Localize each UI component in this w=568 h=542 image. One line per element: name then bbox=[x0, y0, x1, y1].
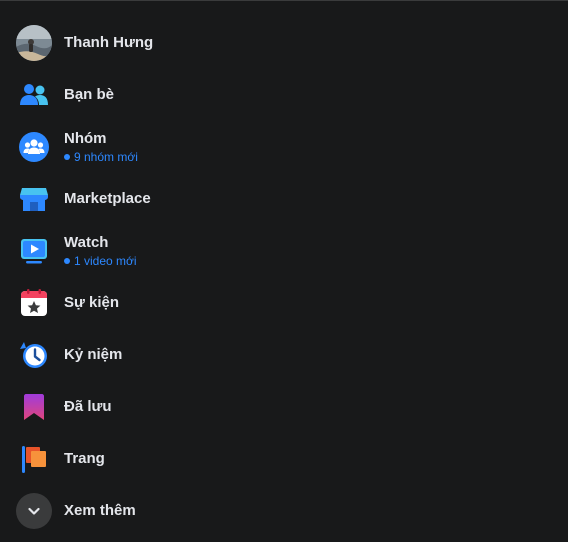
saved-icon bbox=[16, 389, 52, 425]
nav-item-memories[interactable]: Kỷ niệm bbox=[8, 329, 548, 381]
nav-item-profile[interactable]: Thanh Hưng bbox=[8, 17, 548, 69]
unread-dot bbox=[64, 154, 70, 160]
nav-item-saved[interactable]: Đã lưu bbox=[8, 381, 548, 433]
left-nav-menu: Thanh Hưng Bạn bè Nhóm 9 nhóm mới Market… bbox=[8, 17, 548, 537]
watch-new-count: 1 video mới bbox=[64, 253, 137, 269]
pages-label: Trang bbox=[64, 450, 105, 467]
friends-label: Bạn bè bbox=[64, 86, 115, 103]
events-icon bbox=[16, 285, 52, 321]
groups-icon bbox=[16, 129, 52, 165]
nav-item-friends[interactable]: Bạn bè bbox=[8, 69, 548, 121]
chevron-down-icon bbox=[16, 493, 52, 529]
nav-item-events[interactable]: Sự kiện bbox=[8, 277, 548, 329]
watch-icon bbox=[16, 233, 52, 269]
saved-label: Đã lưu bbox=[64, 398, 112, 415]
friends-icon bbox=[16, 77, 52, 113]
profile-name: Thanh Hưng bbox=[64, 34, 154, 51]
groups-label: Nhóm bbox=[64, 130, 107, 147]
nav-item-marketplace[interactable]: Marketplace bbox=[8, 173, 548, 225]
groups-new-count: 9 nhóm mới bbox=[64, 149, 138, 165]
memories-label: Kỷ niệm bbox=[64, 346, 123, 363]
events-label: Sự kiện bbox=[64, 294, 120, 311]
nav-item-groups[interactable]: Nhóm 9 nhóm mới bbox=[8, 121, 548, 173]
nav-item-pages[interactable]: Trang bbox=[8, 433, 548, 485]
see-more-button[interactable]: Xem thêm bbox=[8, 485, 548, 537]
watch-label: Watch bbox=[64, 234, 109, 251]
profile-avatar bbox=[16, 25, 52, 61]
pages-icon bbox=[16, 441, 52, 477]
memories-icon bbox=[16, 337, 52, 373]
unread-dot bbox=[64, 258, 70, 264]
see-more-label: Xem thêm bbox=[64, 502, 136, 519]
marketplace-label: Marketplace bbox=[64, 190, 151, 207]
marketplace-icon bbox=[16, 181, 52, 217]
watch-sub-text: 1 video mới bbox=[74, 254, 137, 268]
groups-sub-text: 9 nhóm mới bbox=[74, 150, 138, 164]
nav-item-watch[interactable]: Watch 1 video mới bbox=[8, 225, 548, 277]
